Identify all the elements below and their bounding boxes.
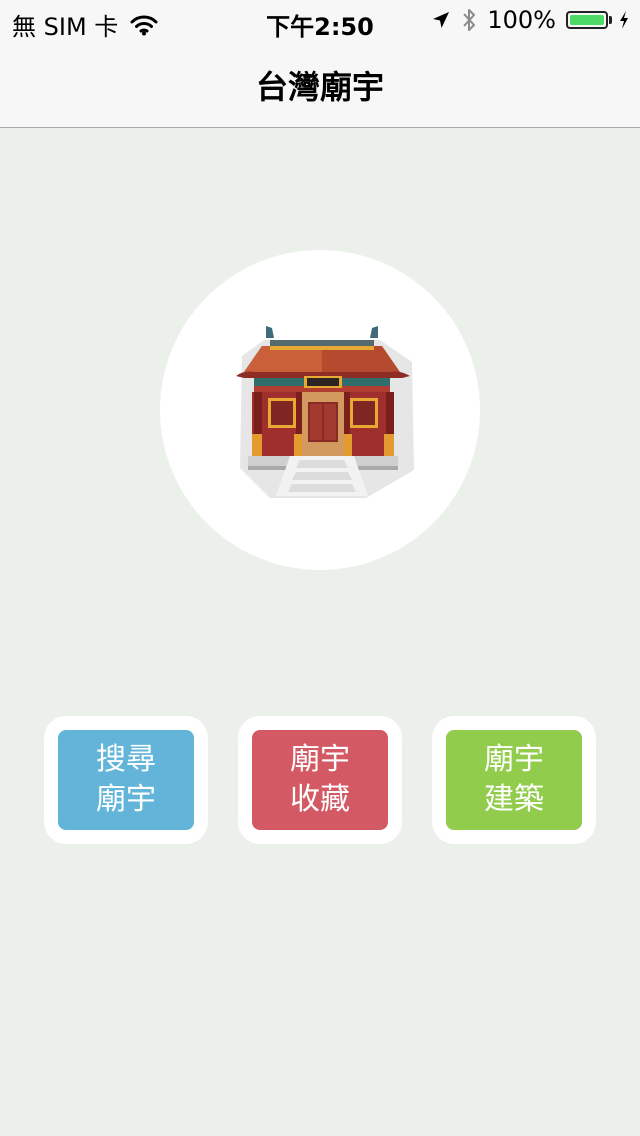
temple-favorites-card: 廟宇 收藏 (238, 716, 402, 844)
charging-bolt-icon (620, 11, 628, 29)
battery-icon (566, 11, 612, 29)
battery-percent: 100% (487, 6, 556, 34)
battery-fill (570, 15, 604, 25)
page-title: 台灣廟宇 (255, 68, 384, 106)
navigation-bar: 台灣廟宇 (0, 40, 640, 128)
search-temple-button[interactable]: 搜尋 廟宇 (58, 730, 194, 830)
search-temple-card: 搜尋 廟宇 (44, 716, 208, 844)
location-arrow-icon (433, 12, 450, 28)
status-right: 100% (421, 6, 630, 34)
button-label-line2: 廟宇 (96, 782, 156, 817)
button-label-line1: 廟宇 (290, 742, 350, 777)
temple-icon (236, 326, 414, 498)
temple-architecture-card: 廟宇 建築 (432, 716, 596, 844)
button-label-line2: 收藏 (290, 782, 350, 817)
bluetooth-icon (463, 9, 476, 31)
status-bar: 無 SIM 卡 下午2:50 100% (0, 0, 640, 41)
button-label-line1: 搜尋 (96, 742, 156, 777)
temple-architecture-button[interactable]: 廟宇 建築 (446, 730, 582, 830)
button-label-line2: 建築 (484, 782, 544, 817)
temple-favorites-button[interactable]: 廟宇 收藏 (252, 730, 388, 830)
button-label-line1: 廟宇 (484, 742, 544, 777)
